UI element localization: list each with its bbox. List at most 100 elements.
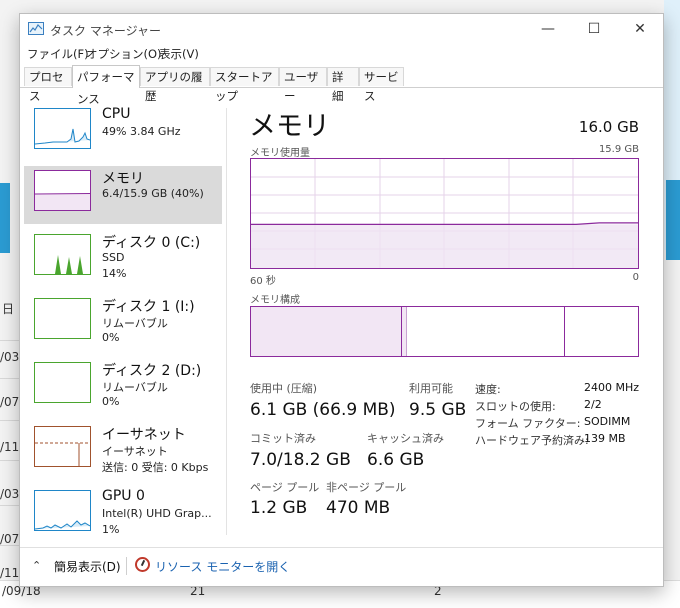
resource-title: CPU — [102, 106, 131, 122]
resource-title: ディスク 2 (D:) — [102, 363, 202, 379]
paged-pool-label: ページ プール — [250, 481, 320, 494]
bottom-bar: ⌃ 簡易表示(D) リソース モニターを開く — [20, 547, 663, 586]
in-use-label: 使用中 (圧縮) — [250, 382, 318, 395]
memory-usage-graph — [250, 158, 639, 269]
menu-options[interactable]: オプション(O) — [86, 46, 162, 62]
cached-label: キャッシュ済み — [367, 432, 444, 445]
task-manager-icon — [28, 22, 44, 35]
resource-gpu[interactable]: GPU 0 Intel(R) UHD Grap... 1% — [24, 486, 222, 544]
memory-sparkline — [35, 193, 90, 210]
nonpaged-pool-value: 470 MB — [326, 498, 391, 518]
tab-app-history[interactable]: アプリの履歴 — [140, 67, 210, 103]
memory-usage-plot — [251, 159, 638, 268]
composition-free — [565, 307, 638, 356]
detail-speed-value: 2400 MHz — [584, 381, 640, 394]
background-chart-bar — [0, 183, 10, 253]
background-grid-line — [0, 378, 19, 379]
memory-usage-max: 15.9 GB — [598, 144, 639, 155]
committed-label: コミット済み — [250, 432, 316, 445]
memory-composition-bar — [250, 306, 639, 357]
tab-processes[interactable]: プロセス — [24, 67, 72, 103]
detail-form-factor-label: フォーム ファクター: — [475, 417, 581, 430]
background-grid-line — [0, 460, 19, 461]
tab-performance[interactable]: パフォーマンス — [72, 65, 140, 106]
fewer-details-button[interactable]: 簡易表示(D) — [54, 558, 121, 575]
resource-subtitle: Intel(R) UHD Grap... — [102, 507, 212, 520]
disk0-sparkline — [55, 255, 83, 274]
detail-reserved-label: ハードウェア予約済み: — [475, 434, 589, 447]
tab-startup[interactable]: スタートアップ — [210, 67, 279, 103]
tab-services[interactable]: サービス — [359, 67, 404, 103]
maximize-button[interactable]: ☐ — [571, 14, 617, 44]
resource-title: GPU 0 — [102, 488, 145, 504]
composition-standby — [407, 307, 565, 356]
background-grid-line — [0, 340, 19, 341]
gpu-sparkline — [35, 520, 90, 530]
background-text: 日 — [2, 302, 15, 316]
committed-value: 7.0/18.2 GB — [250, 450, 351, 470]
memory-usage-label: メモリ使用量 — [250, 148, 310, 159]
ethernet-sparkline — [35, 442, 90, 466]
resource-cpu[interactable]: CPU 49% 3.84 GHz — [24, 104, 222, 162]
disk0-thumbnail-graph — [34, 234, 91, 275]
resource-title: ディスク 0 (C:) — [102, 235, 201, 251]
tab-details[interactable]: 詳細 — [327, 67, 359, 103]
resource-usage: 0% — [102, 331, 120, 344]
in-use-value: 6.1 GB (66.9 MB) — [250, 400, 396, 420]
task-manager-window: タスク マネージャー — ☐ ✕ ファイル(F) オプション(O) 表示(V) … — [19, 13, 664, 587]
memory-thumbnail-graph — [34, 170, 91, 211]
bottom-separator — [126, 557, 127, 575]
open-resource-monitor-link[interactable]: リソース モニターを開く — [155, 558, 290, 575]
gpu-thumbnail-graph — [34, 490, 91, 531]
menu-file[interactable]: ファイル(F) — [27, 46, 89, 62]
available-value: 9.5 GB — [409, 400, 467, 420]
available-label: 利用可能 — [409, 382, 453, 395]
paged-pool-value: 1.2 GB — [250, 498, 308, 518]
background-chart-bar — [666, 180, 680, 260]
resource-subtitle: SSD — [102, 251, 125, 264]
resource-list: CPU 49% 3.84 GHz メモリ 6.4/15.9 GB (40%) デ… — [24, 104, 222, 536]
disk1-thumbnail-graph — [34, 298, 91, 339]
resource-disk-1[interactable]: ディスク 1 (I:) リムーバブル 0% — [24, 294, 222, 352]
title-bar[interactable]: タスク マネージャー — ☐ ✕ — [20, 14, 663, 44]
resource-title: イーサネット — [102, 427, 186, 443]
resource-subtitle: 6.4/15.9 GB (40%) — [102, 187, 204, 200]
menu-bar: ファイル(F) オプション(O) 表示(V) — [20, 44, 663, 64]
composition-in-use — [251, 307, 402, 356]
resource-title: ディスク 1 (I:) — [102, 299, 195, 315]
resource-monitor-icon[interactable] — [135, 557, 150, 572]
resource-usage: 14% — [102, 267, 127, 280]
resource-ethernet[interactable]: イーサネット イーサネット 送信: 0 受信: 0 Kbps — [24, 422, 222, 480]
background-grid-line — [0, 420, 19, 421]
memory-total: 16.0 GB — [578, 118, 639, 136]
resource-title: メモリ — [102, 171, 144, 187]
resource-throughput: 送信: 0 受信: 0 Kbps — [102, 461, 209, 474]
cpu-thumbnail-graph — [34, 108, 91, 149]
resource-subtitle: イーサネット — [102, 445, 168, 458]
nonpaged-pool-label: 非ページ プール — [326, 481, 407, 494]
cached-value: 6.6 GB — [367, 450, 425, 470]
page-title: メモリ — [249, 111, 330, 142]
resource-subtitle: 49% 3.84 GHz — [102, 125, 181, 138]
detail-slots-value: 2/2 — [584, 398, 602, 411]
menu-view[interactable]: 表示(V) — [159, 46, 199, 62]
resource-memory[interactable]: メモリ 6.4/15.9 GB (40%) — [24, 166, 222, 224]
resource-usage: 1% — [102, 523, 120, 536]
detail-speed-label: 速度: — [475, 383, 501, 396]
resource-usage: 0% — [102, 395, 120, 408]
detail-form-factor-value: SODIMM — [584, 415, 631, 428]
resource-subtitle: リムーバブル — [102, 317, 168, 330]
chevron-up-icon[interactable]: ⌃ — [32, 559, 41, 572]
close-button[interactable]: ✕ — [617, 14, 663, 44]
background-grid-line — [0, 505, 19, 506]
resource-disk-0[interactable]: ディスク 0 (C:) SSD 14% — [24, 230, 222, 288]
window-title: タスク マネージャー — [50, 24, 161, 38]
tab-users[interactable]: ユーザー — [279, 67, 327, 103]
detail-slots-label: スロットの使用: — [475, 400, 556, 413]
disk2-thumbnail-graph — [34, 362, 91, 403]
minimize-button[interactable]: — — [525, 14, 571, 44]
memory-composition-label: メモリ構成 — [250, 295, 300, 306]
ethernet-thumbnail-graph — [34, 426, 91, 467]
resource-disk-2[interactable]: ディスク 2 (D:) リムーバブル 0% — [24, 358, 222, 416]
tab-bar: プロセス パフォーマンス アプリの履歴 スタートアップ ユーザー 詳細 サービス — [20, 65, 663, 106]
